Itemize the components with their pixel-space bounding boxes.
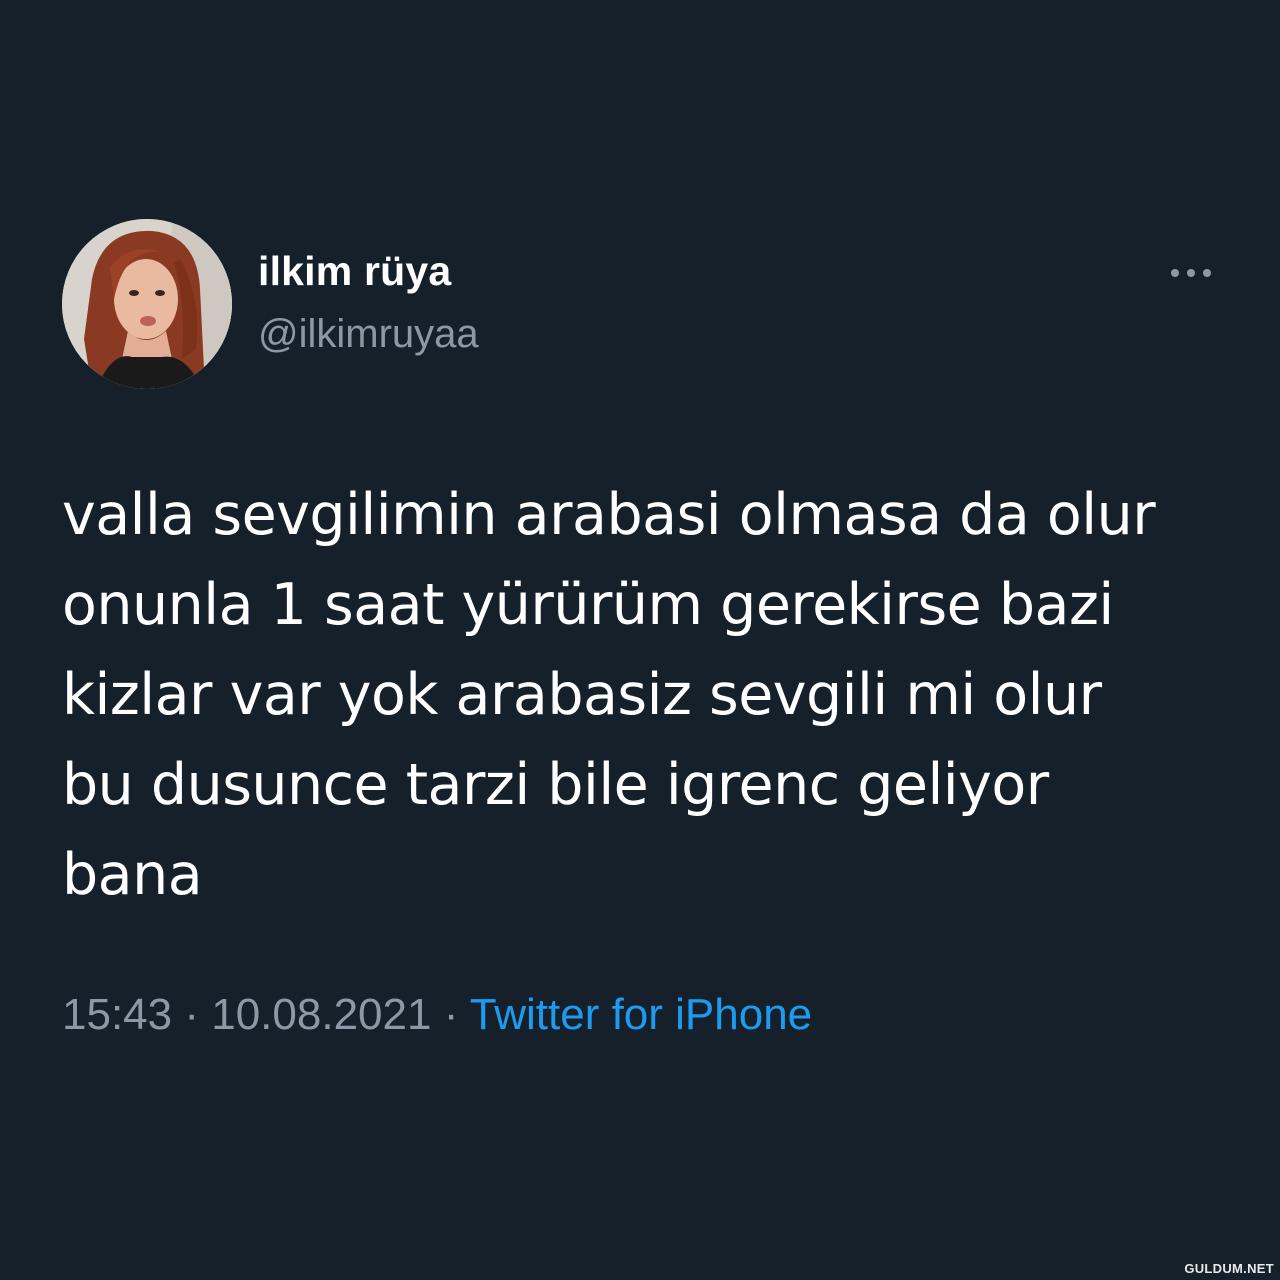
more-horizontal-icon bbox=[1171, 269, 1211, 277]
tweet-text: valla sevgilimin arabasi olmasa da olur … bbox=[62, 482, 1156, 908]
avatar-image bbox=[62, 219, 232, 389]
meta-separator-2: · bbox=[443, 990, 459, 1039]
tweet-meta: 15:43 · 10.08.2021 · Twitter for iPhone bbox=[62, 990, 812, 1040]
tweet-date[interactable]: 10.08.2021 bbox=[211, 990, 431, 1039]
tweet-card: ilkim rüya @ilkimruyaa valla sevgilimin … bbox=[0, 0, 1280, 1280]
meta-separator: · bbox=[184, 990, 199, 1039]
tweet-time[interactable]: 15:43 bbox=[62, 990, 172, 1039]
avatar[interactable] bbox=[62, 219, 232, 389]
tweet-source-link[interactable]: Twitter for iPhone bbox=[470, 990, 812, 1039]
watermark: GULDUM.NET bbox=[1184, 1261, 1274, 1276]
more-options-button[interactable] bbox=[1166, 258, 1216, 288]
display-name[interactable]: ilkim rüya bbox=[258, 248, 451, 295]
handle[interactable]: @ilkimruyaa bbox=[258, 312, 479, 357]
